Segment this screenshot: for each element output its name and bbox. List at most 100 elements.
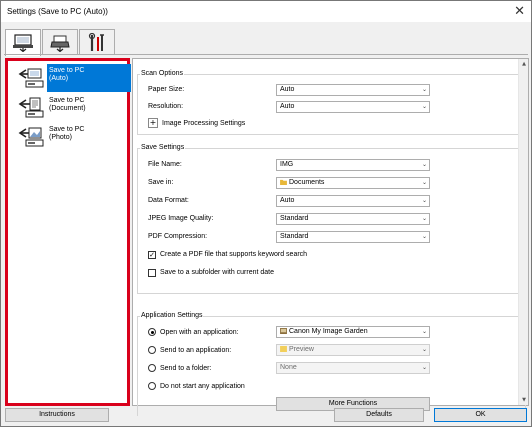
keyword-pdf-label[interactable]: Create a PDF file that supports keyword … xyxy=(160,250,307,259)
keyword-pdf-checkbox[interactable]: ✓ xyxy=(148,251,156,259)
sidebar-label-line1: Save to PC xyxy=(49,126,85,133)
instructions-button[interactable]: Instructions xyxy=(5,408,109,422)
resolution-row: Resolution: Auto ⌄ xyxy=(138,101,527,113)
save-in-row: Save in: Documents ⌄ xyxy=(138,177,527,189)
keyword-pdf-row: ✓ Create a PDF file that supports keywor… xyxy=(138,250,527,262)
send-to-app-row: Send to an application: Preview ⌄ xyxy=(138,344,527,356)
folder-icon xyxy=(280,179,287,185)
ok-button[interactable]: OK xyxy=(434,408,527,422)
tab-general-settings[interactable] xyxy=(79,29,115,55)
send-to-folder-label[interactable]: Send to a folder: xyxy=(160,364,211,373)
save-in-value: Documents xyxy=(289,179,325,186)
application-settings-title: Application Settings xyxy=(140,312,204,319)
jpeg-quality-select[interactable]: Standard ⌄ xyxy=(276,213,430,225)
chevron-down-icon: ⌄ xyxy=(421,215,427,222)
scanner-panel-icon xyxy=(50,35,70,52)
send-to-folder-value: None xyxy=(280,364,297,371)
do-not-start-label[interactable]: Do not start any application xyxy=(160,382,245,391)
subfolder-row: Save to a subfolder with current date xyxy=(138,268,527,280)
sidebar-item-label: Save to PC (Document) xyxy=(47,94,131,122)
image-processing-label[interactable]: Image Processing Settings xyxy=(162,118,245,130)
send-to-folder-row: Send to a folder: None ⌄ xyxy=(138,362,527,374)
chevron-down-icon: ⌄ xyxy=(421,86,427,93)
send-to-app-label[interactable]: Send to an application: xyxy=(160,346,231,355)
send-to-folder-select[interactable]: None ⌄ xyxy=(276,362,430,374)
tools-icon xyxy=(88,32,104,51)
pdf-compression-select[interactable]: Standard ⌄ xyxy=(276,231,430,243)
pdf-compression-row: PDF Compression: Standard ⌄ xyxy=(138,231,527,243)
save-settings-group: Save Settings File Name: IMG ⌄ Save in: … xyxy=(137,144,527,294)
vertical-scrollbar[interactable]: ▲ ▼ xyxy=(518,59,528,405)
pdf-compression-label: PDF Compression: xyxy=(148,233,208,240)
image-garden-icon xyxy=(280,328,287,334)
sidebar-label-line1: Save to PC xyxy=(49,67,85,74)
open-with-row: Open with an application: Canon My Image… xyxy=(138,326,527,338)
chevron-down-icon: ⌄ xyxy=(421,103,427,110)
save-in-select[interactable]: Documents ⌄ xyxy=(276,177,430,189)
subfolder-checkbox[interactable] xyxy=(148,269,156,277)
jpeg-quality-value: Standard xyxy=(280,215,309,222)
sidebar-item-save-photo[interactable]: Save to PC (Photo) xyxy=(10,123,129,151)
send-to-app-select[interactable]: Preview ⌄ xyxy=(276,344,430,356)
sidebar-label-line2: (Photo) xyxy=(49,134,72,141)
chevron-down-icon: ⌄ xyxy=(421,161,427,168)
save-in-label: Save in: xyxy=(148,179,174,186)
resolution-select[interactable]: Auto ⌄ xyxy=(276,101,430,113)
window-title: Settings (Save to PC (Auto)) xyxy=(7,7,108,16)
data-format-select[interactable]: Auto ⌄ xyxy=(276,195,430,207)
tab-scan-from-computer[interactable] xyxy=(5,29,41,56)
send-to-folder-radio[interactable] xyxy=(148,364,156,372)
title-bar: Settings (Save to PC (Auto)) ✕ xyxy=(0,0,532,22)
scroll-up-icon[interactable]: ▲ xyxy=(519,59,529,69)
chevron-down-icon: ⌄ xyxy=(421,233,427,240)
jpeg-quality-row: JPEG Image Quality: Standard ⌄ xyxy=(138,213,527,225)
do-not-start-row: Do not start any application xyxy=(138,380,527,392)
sidebar-label-line2: (Auto) xyxy=(49,75,69,82)
resolution-value: Auto xyxy=(280,103,295,110)
computer-scan-icon xyxy=(13,34,33,52)
open-with-radio[interactable] xyxy=(148,328,156,336)
data-format-row: Data Format: Auto ⌄ xyxy=(138,195,527,207)
defaults-button[interactable]: Defaults xyxy=(334,408,424,422)
chevron-down-icon: ⌄ xyxy=(421,179,427,186)
sidebar-item-save-auto[interactable]: Save to PC (Auto) xyxy=(10,64,131,92)
image-processing-row: + Image Processing Settings xyxy=(138,118,527,130)
file-name-select[interactable]: IMG ⌄ xyxy=(276,159,430,171)
resolution-label: Resolution: xyxy=(148,103,184,110)
pdf-compression-value: Standard xyxy=(280,233,309,240)
file-name-label: File Name: xyxy=(148,161,182,168)
tab-strip xyxy=(5,29,116,56)
preview-icon xyxy=(280,346,287,352)
paper-size-row: Paper Size: Auto ⌄ xyxy=(138,84,527,96)
expand-icon[interactable]: + xyxy=(148,118,158,128)
file-name-row: File Name: IMG ⌄ xyxy=(138,159,527,171)
chevron-down-icon: ⌄ xyxy=(421,328,427,335)
paper-size-label: Paper Size: xyxy=(148,86,185,93)
jpeg-quality-label: JPEG Image Quality: xyxy=(148,215,214,222)
sidebar-item-label: Save to PC (Auto) xyxy=(47,64,131,92)
scroll-down-icon[interactable]: ▼ xyxy=(519,395,529,405)
do-not-start-radio[interactable] xyxy=(148,382,156,390)
file-name-value: IMG xyxy=(280,161,294,168)
save-settings-title: Save Settings xyxy=(140,144,186,151)
paper-size-value: Auto xyxy=(280,86,295,93)
sidebar-label-line2: (Document) xyxy=(49,105,86,112)
tab-scan-from-operation-panel[interactable] xyxy=(42,29,78,55)
save-auto-icon xyxy=(18,68,44,88)
sidebar-item-save-document[interactable]: Save to PC (Document) xyxy=(10,94,129,122)
close-icon[interactable]: ✕ xyxy=(514,4,525,19)
settings-window: Save to PC (Auto) Save to PC (Document) xyxy=(0,22,532,427)
chevron-down-icon: ⌄ xyxy=(421,364,427,371)
save-document-icon xyxy=(18,97,44,118)
sidebar-item-label: Save to PC (Photo) xyxy=(47,123,131,151)
send-to-app-value: Preview xyxy=(289,346,314,353)
paper-size-select[interactable]: Auto ⌄ xyxy=(276,84,430,96)
chevron-down-icon: ⌄ xyxy=(421,346,427,353)
send-to-app-radio[interactable] xyxy=(148,346,156,354)
application-settings-group: Application Settings Open with an applic… xyxy=(137,312,527,416)
open-with-label[interactable]: Open with an application: xyxy=(160,328,239,337)
settings-content: Scan Options Paper Size: Auto ⌄ Resoluti… xyxy=(132,58,529,416)
subfolder-label[interactable]: Save to a subfolder with current date xyxy=(160,268,274,277)
scan-options-group: Scan Options Paper Size: Auto ⌄ Resoluti… xyxy=(137,70,527,135)
open-with-select[interactable]: Canon My Image Garden ⌄ xyxy=(276,326,430,338)
